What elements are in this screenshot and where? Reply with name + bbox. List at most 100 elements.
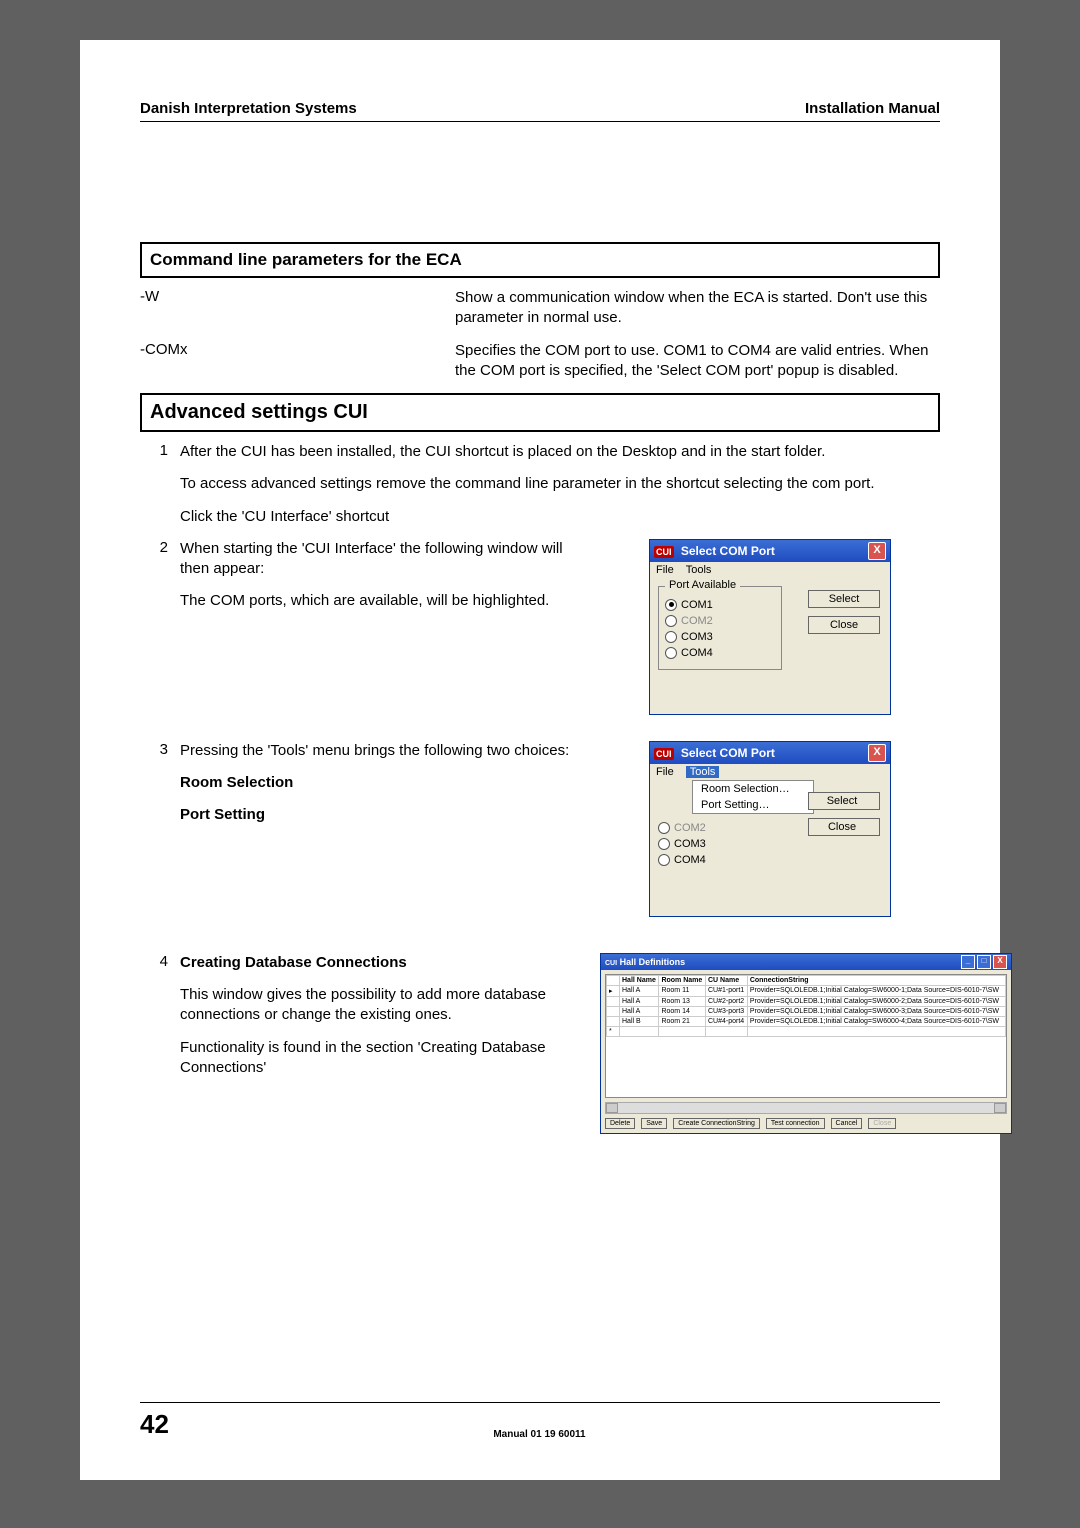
param-key-comx: -COMx [140, 341, 455, 382]
table-cell-cu[interactable]: CU#3-port3 [706, 1006, 748, 1016]
table-cell-conn[interactable]: Provider=SQLOLEDB.1;Initial Catalog=SW60… [747, 985, 1005, 996]
table-cell-room[interactable]: Room 21 [659, 1016, 706, 1026]
cui-badge-icon: CUI [605, 960, 617, 967]
col-marker[interactable] [607, 975, 620, 985]
table-cell-conn[interactable] [747, 1026, 1005, 1036]
table-cell-room[interactable]: Room 14 [659, 1006, 706, 1016]
param-desc-comx: Specifies the COM port to use. COM1 to C… [455, 341, 940, 382]
step-3-b1: Room Selection [180, 773, 580, 793]
manual-id: Manual 01 19 60011 [493, 1429, 585, 1440]
step-4-p1: This window gives the possibility to add… [180, 985, 580, 1026]
test-conn-button[interactable]: Test connection [766, 1118, 825, 1129]
select-button[interactable]: Select [808, 590, 880, 608]
radio-com4[interactable]: COM4 [665, 647, 775, 659]
scroll-left-icon[interactable] [606, 1103, 618, 1113]
radio-icon [658, 822, 670, 834]
header-left: Danish Interpretation Systems [140, 100, 357, 117]
step-2-row: 2 When starting the 'CUI Interface' the … [140, 539, 940, 731]
menu-item-room-selection[interactable]: Room Selection… [693, 781, 813, 797]
table-cell-hall[interactable] [620, 1026, 659, 1036]
halldef-horizontal-scrollbar[interactable] [605, 1102, 1007, 1114]
close-window-button[interactable]: Close [868, 1118, 896, 1129]
col-hall-name[interactable]: Hall Name [620, 975, 659, 985]
table-cell-cu[interactable] [706, 1026, 748, 1036]
minimize-button[interactable]: _ [961, 955, 975, 969]
radio-icon [665, 631, 677, 643]
table-cell-hall[interactable]: Hall B [620, 1016, 659, 1026]
menu-tools[interactable]: Tools [686, 564, 712, 576]
dialog1-title: Select COM Port [681, 544, 775, 558]
menu-item-port-setting[interactable]: Port Setting… [693, 797, 813, 813]
table-cell-room[interactable] [659, 1026, 706, 1036]
step-1-p2: To access advanced settings remove the c… [180, 474, 940, 494]
table-cell-mark[interactable] [607, 1006, 620, 1016]
table-row[interactable]: Hall ARoom 13CU#2-port2Provider=SQLOLEDB… [607, 996, 1006, 1006]
scroll-right-icon[interactable] [994, 1103, 1006, 1113]
table-cell-mark[interactable]: * [607, 1026, 620, 1036]
table-row[interactable]: Hall ARoom 14CU#3-port3Provider=SQLOLEDB… [607, 1006, 1006, 1016]
dialog1-menubar: File Tools [650, 562, 890, 578]
param-row-comx: -COMx Specifies the COM port to use. COM… [140, 341, 940, 382]
table-cell-room[interactable]: Room 13 [659, 996, 706, 1006]
step-2-p1: When starting the 'CUI Interface' the fo… [180, 539, 580, 580]
dialog1-close-button[interactable]: X [868, 542, 886, 560]
dialog1-titlebar[interactable]: CUI Select COM Port X [650, 540, 890, 562]
table-cell-room[interactable]: Room 11 [659, 985, 706, 996]
select-com-port-dialog-2: CUI Select COM Port X File Tools Room Se… [649, 741, 891, 917]
table-row[interactable]: Hall BRoom 21CU#4-port4Provider=SQLOLEDB… [607, 1016, 1006, 1026]
col-room-name[interactable]: Room Name [659, 975, 706, 985]
radio-com1[interactable]: COM1 [665, 599, 775, 611]
step-4-heading: Creating Database Connections [180, 953, 580, 973]
step-2-num: 2 [140, 539, 180, 731]
header-right: Installation Manual [805, 100, 940, 117]
table-cell-hall[interactable]: Hall A [620, 996, 659, 1006]
step-1: 1 After the CUI has been installed, the … [140, 442, 940, 539]
step-1-p3: Click the 'CU Interface' shortcut [180, 507, 940, 527]
dialog2-titlebar[interactable]: CUI Select COM Port X [650, 742, 890, 764]
window-close-button[interactable]: X [993, 955, 1007, 969]
step-3-p1: Pressing the 'Tools' menu brings the fol… [180, 741, 580, 761]
dialog2-close-button[interactable]: X [868, 744, 886, 762]
menu-file[interactable]: File [656, 564, 674, 576]
table-row[interactable]: * [607, 1026, 1006, 1036]
radio-icon [665, 615, 677, 627]
table-cell-mark[interactable]: ▸ [607, 985, 620, 996]
table-cell-conn[interactable]: Provider=SQLOLEDB.1;Initial Catalog=SW60… [747, 996, 1005, 1006]
table-cell-cu[interactable]: CU#1-port1 [706, 985, 748, 996]
cancel-button[interactable]: Cancel [831, 1118, 863, 1129]
radio2-com4[interactable]: COM4 [658, 854, 882, 866]
step-1-num: 1 [140, 442, 180, 539]
create-conn-button[interactable]: Create ConnectionString [673, 1118, 760, 1129]
radio-com3[interactable]: COM3 [665, 631, 775, 643]
menu-tools-2-selected[interactable]: Tools [686, 766, 720, 778]
delete-button[interactable]: Delete [605, 1118, 635, 1129]
col-connection-string[interactable]: ConnectionString [747, 975, 1005, 985]
table-row[interactable]: ▸Hall ARoom 11CU#1-port1Provider=SQLOLED… [607, 985, 1006, 996]
table-cell-hall[interactable]: Hall A [620, 985, 659, 996]
maximize-button[interactable]: □ [977, 955, 991, 969]
step-3-num: 3 [140, 741, 180, 933]
table-cell-cu[interactable]: CU#4-port4 [706, 1016, 748, 1026]
table-cell-hall[interactable]: Hall A [620, 1006, 659, 1016]
table-cell-cu[interactable]: CU#2-port2 [706, 996, 748, 1006]
select-com-port-dialog-1: CUI Select COM Port X File Tools Port Av… [649, 539, 891, 715]
table-cell-mark[interactable] [607, 1016, 620, 1026]
save-button[interactable]: Save [641, 1118, 667, 1129]
table-cell-conn[interactable]: Provider=SQLOLEDB.1;Initial Catalog=SW60… [747, 1006, 1005, 1016]
radio-com2[interactable]: COM2 [665, 615, 775, 627]
col-cu-name[interactable]: CU Name [706, 975, 748, 985]
halldef-grid[interactable]: Hall Name Room Name CU Name ConnectionSt… [605, 974, 1007, 1098]
halldef-titlebar[interactable]: CUI Hall Definitions _ □ X [601, 954, 1011, 970]
table-cell-mark[interactable] [607, 996, 620, 1006]
cui-badge-icon: CUI [654, 546, 674, 558]
dialog2-title: Select COM Port [681, 746, 775, 760]
close-button[interactable]: Close [808, 616, 880, 634]
close-button-clip[interactable]: Close [808, 818, 880, 836]
radio-icon [665, 647, 677, 659]
table-cell-conn[interactable]: Provider=SQLOLEDB.1;Initial Catalog=SW60… [747, 1016, 1005, 1026]
step-3-b2: Port Setting [180, 805, 580, 825]
step-2-p2: The COM ports, which are available, will… [180, 591, 580, 611]
menu-file-2[interactable]: File [656, 766, 674, 778]
select-button-clip[interactable]: Select [808, 792, 880, 810]
step-1-p1: After the CUI has been installed, the CU… [180, 442, 940, 462]
